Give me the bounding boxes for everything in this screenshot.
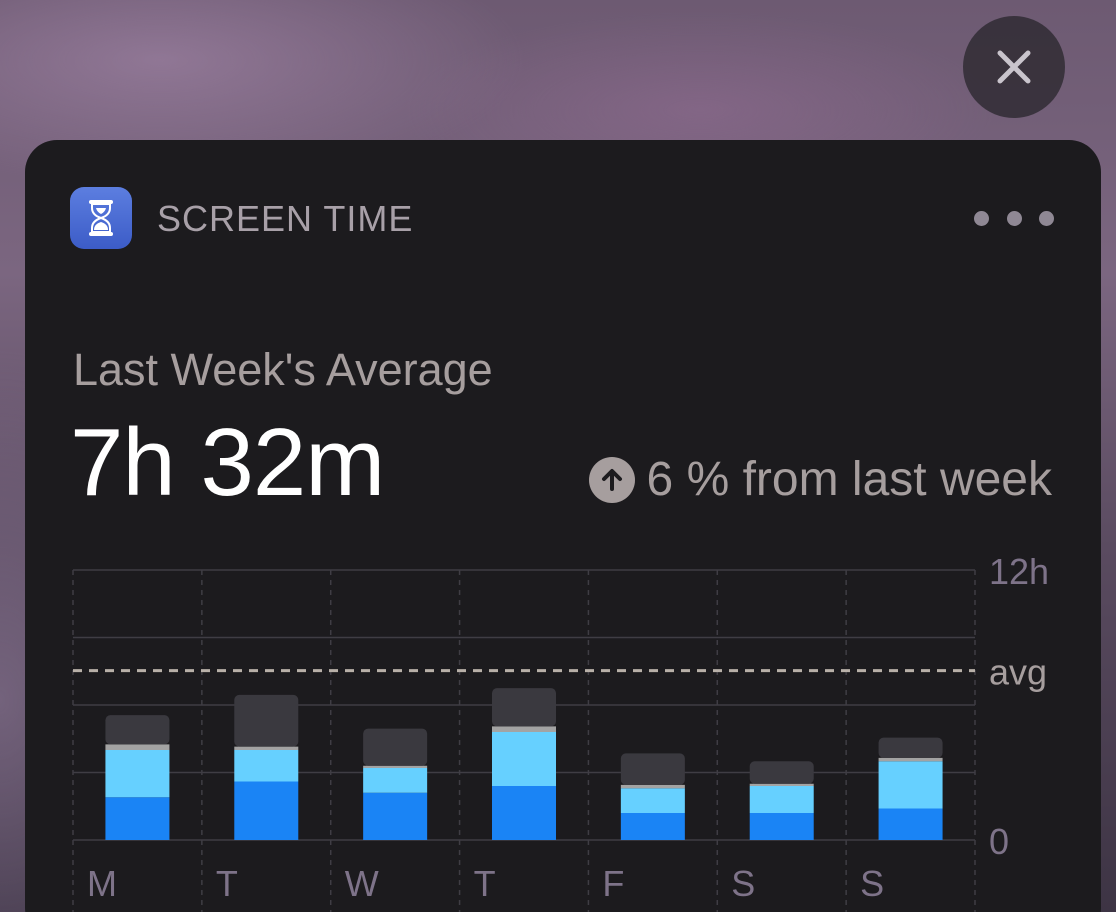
- bar-segment-productivity: [363, 792, 428, 840]
- x-tick-label: S: [731, 863, 755, 904]
- bar-segment-productivity: [620, 813, 685, 840]
- bar-segment-productivity: [105, 797, 170, 840]
- bar-segment-remainder: [749, 761, 814, 784]
- usage-chart: avg 12h 0 M T W T F S S: [72, 551, 1049, 912]
- x-tick-label: T: [216, 863, 238, 904]
- bar-segment-remainder: [620, 753, 685, 785]
- x-tick-label: W: [345, 863, 379, 904]
- average-label: avg: [989, 652, 1047, 693]
- bar-segment-other: [620, 784, 685, 789]
- bar-segment-other: [878, 757, 943, 762]
- bar-segment-productivity: [492, 786, 556, 840]
- bar-segment-social: [620, 788, 685, 813]
- bar-segment-social: [492, 732, 556, 786]
- bar-segment-social: [749, 786, 814, 813]
- bar-segment-other: [363, 765, 428, 768]
- bar-segment-other: [234, 746, 299, 750]
- bar-segment-social: [878, 761, 943, 809]
- bar-segment-other: [749, 783, 814, 786]
- bar-segment-other: [105, 744, 170, 750]
- bar-segment-remainder: [878, 737, 943, 758]
- x-tick-label: T: [474, 863, 496, 904]
- bar-segment-remainder: [363, 728, 428, 766]
- bar-segment-remainder: [234, 694, 299, 747]
- y-tick-label: 12h: [989, 551, 1049, 592]
- bar-segment-other: [492, 726, 556, 732]
- bar-segment-social: [363, 768, 428, 793]
- bar-segment-productivity: [878, 808, 943, 840]
- x-tick-label: F: [602, 863, 624, 904]
- x-tick-label: S: [860, 863, 884, 904]
- bar-segment-productivity: [749, 813, 814, 840]
- bar-segment-remainder: [492, 688, 556, 727]
- bar-segment-social: [234, 750, 299, 782]
- x-tick-label: M: [87, 863, 117, 904]
- y-tick-label: 0: [989, 821, 1009, 862]
- bar-segment-remainder: [105, 715, 170, 745]
- bar-segment-social: [105, 750, 170, 798]
- bar-segment-productivity: [234, 781, 299, 840]
